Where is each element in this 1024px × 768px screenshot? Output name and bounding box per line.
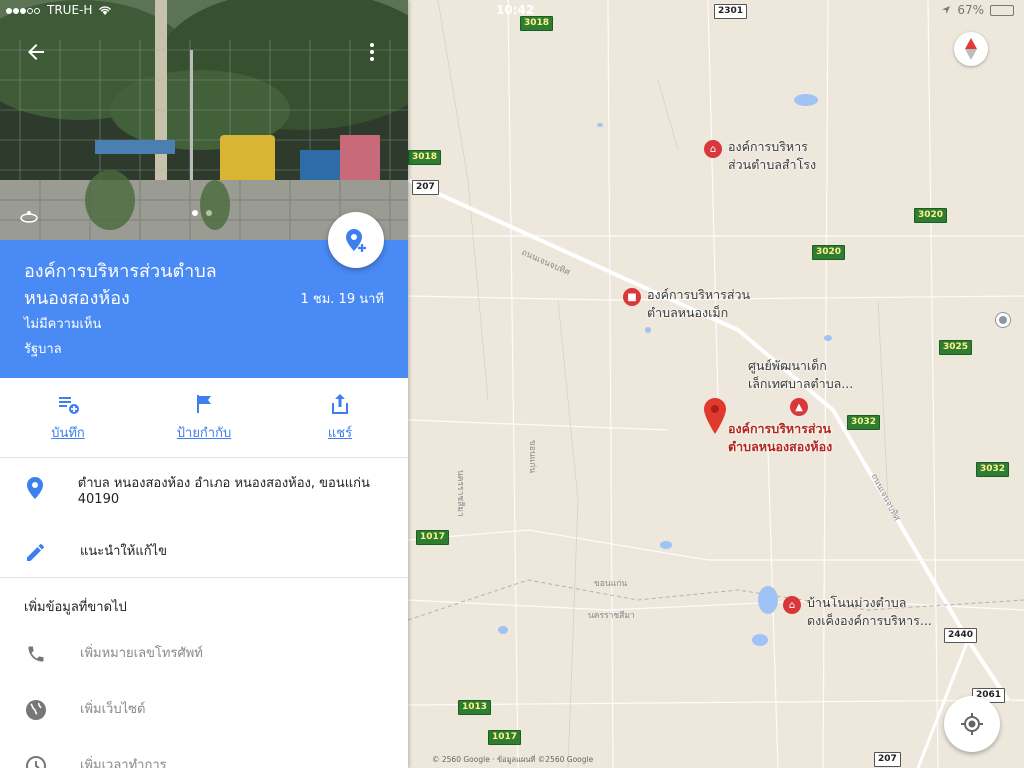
map-view[interactable]: 2301 3018 3018 207 3020 3020 3025 3032 3… (408, 0, 1024, 768)
arrow-left-icon (28, 44, 44, 60)
add-phone-label: เพิ่มหมายเลขโทรศัพท์ (80, 646, 203, 661)
label-label: ป้ายกำกับ (176, 426, 232, 441)
globe-icon (24, 699, 48, 721)
review-summary[interactable]: ไม่มีความเห็น (24, 312, 384, 338)
photo-pager[interactable] (192, 210, 212, 216)
add-website-label: เพิ่มเว็บไซต์ (80, 702, 146, 717)
carrier-name: TRUE-H (47, 3, 93, 17)
road-shield: 3032 (847, 415, 881, 430)
road-shield: 3020 (914, 208, 948, 223)
wifi-icon (99, 6, 112, 15)
road-label: ขอนแก่น (527, 440, 537, 474)
road-shield: 3020 (812, 245, 846, 260)
road-shield: 1013 (458, 700, 492, 715)
road-shield: 207 (412, 180, 439, 195)
place-title: องค์การบริหารส่วนตำบลหนองสองห้อง (24, 261, 217, 309)
pager-dot[interactable] (206, 210, 212, 216)
add-place-button[interactable] (328, 212, 384, 268)
add-location-icon (346, 229, 366, 252)
pager-dot-active[interactable] (192, 210, 198, 216)
school-icon[interactable]: ▲ (790, 398, 808, 416)
poi-child-center[interactable]: ศูนย์พัฒนาเด็ก เล็กเทศบาลตำบล... (748, 357, 853, 393)
more-vert-icon (370, 43, 374, 61)
signal-strength-icon (6, 3, 41, 17)
suggest-edit-label: แนะนำให้แก้ไข (80, 543, 168, 559)
travel-time[interactable]: 1 ชม. 19 นาที (301, 288, 385, 309)
app-root: 2301 3018 3018 207 3020 3020 3025 3032 3… (0, 0, 1024, 768)
poi-selected-label[interactable]: องค์การบริหารส่วน ตำบลหนองสองห้อง (728, 420, 832, 456)
save-list-icon (59, 397, 79, 414)
flag-icon (197, 395, 211, 413)
my-location-button[interactable] (944, 696, 1000, 752)
compass-icon (965, 38, 977, 60)
clock-time: 10:42 (496, 3, 535, 17)
share-icon (332, 394, 348, 414)
phone-icon (24, 644, 48, 664)
clock-icon (24, 755, 48, 768)
map-roads (408, 0, 1024, 768)
my-location-icon (961, 713, 983, 735)
road-shield: 3032 (976, 462, 1010, 477)
poi-dot-icon[interactable] (996, 313, 1010, 327)
address-row[interactable]: ตำบล หนองสองห้อง อำเภอ หนองสองห้อง, ขอนแ… (0, 458, 408, 526)
more-options-button[interactable] (364, 40, 380, 64)
road-shield: 1017 (416, 530, 450, 545)
place-panel: องค์การบริหารส่วนตำบลหนองสองห้อง 1 ชม. 1… (0, 0, 408, 768)
action-bar: บันทึก ป้ายกำกับ แชร์ (0, 378, 408, 458)
road-label: นครราชสีมา (455, 470, 465, 517)
place-marker-icon[interactable] (704, 398, 726, 438)
road-shield: 207 (874, 752, 901, 767)
address-text: ตำบล หนองสองห้อง อำเภอ หนองสองห้อง, ขอนแ… (77, 476, 370, 507)
poi-samrong[interactable]: ⌂ องค์การบริหาร ส่วนตำบลสำโรง (704, 138, 816, 174)
back-button[interactable] (24, 40, 48, 64)
place-category: รัฐบาล (24, 342, 62, 357)
road-shield: 1017 (488, 730, 522, 745)
missing-info-title: เพิ่มข้อมูลที่ขาดไป (24, 600, 127, 615)
road-label: นครราชสีมา (588, 611, 635, 621)
map-attribution: © 2560 Google · ข้อมูลแผนที่ ©2560 Googl… (432, 755, 594, 764)
road-shield: 2440 (944, 628, 978, 643)
share-label: แชร์ (327, 426, 353, 441)
poi-bannon[interactable]: ⌂ บ้านโนนม่วงตำบล ดงเค็งองค์การบริหาร... (783, 594, 932, 630)
compass-button[interactable] (954, 32, 988, 66)
add-website-row[interactable]: เพิ่มเว็บไซต์ (0, 682, 408, 738)
photo-image (0, 0, 408, 240)
battery-icon (990, 4, 1014, 16)
save-label: บันทึก (51, 426, 85, 441)
road-label: ขอนแก่น (594, 579, 628, 589)
battery-percent: 67% (957, 3, 984, 17)
add-hours-label: เพิ่มเวลาทำการ (80, 758, 167, 768)
place-photo[interactable] (0, 0, 408, 240)
road-shield: 3025 (939, 340, 973, 355)
suggest-edit-row[interactable]: แนะนำให้แก้ไข (0, 526, 408, 578)
government-icon: ⌂ (704, 140, 722, 158)
poi-nongmek[interactable]: ■ องค์การบริหารส่วน ตำบลหนองเม็ก (623, 286, 750, 322)
add-phone-row[interactable]: เพิ่มหมายเลขโทรศัพท์ (0, 626, 408, 682)
label-button[interactable]: ป้ายกำกับ (136, 378, 272, 457)
location-pin-icon (24, 476, 46, 500)
pencil-icon (24, 541, 48, 563)
government-icon: ⌂ (783, 596, 801, 614)
add-hours-row[interactable]: เพิ่มเวลาทำการ (0, 738, 408, 768)
building-icon: ■ (623, 288, 641, 306)
location-arrow-icon (942, 6, 951, 14)
save-button[interactable]: บันทึก (0, 378, 136, 457)
share-button[interactable]: แชร์ (272, 378, 408, 457)
status-bar: TRUE-H 10:42 67% (0, 0, 1024, 20)
street-view-icon[interactable] (20, 208, 38, 223)
road-shield: 3018 (408, 150, 442, 165)
